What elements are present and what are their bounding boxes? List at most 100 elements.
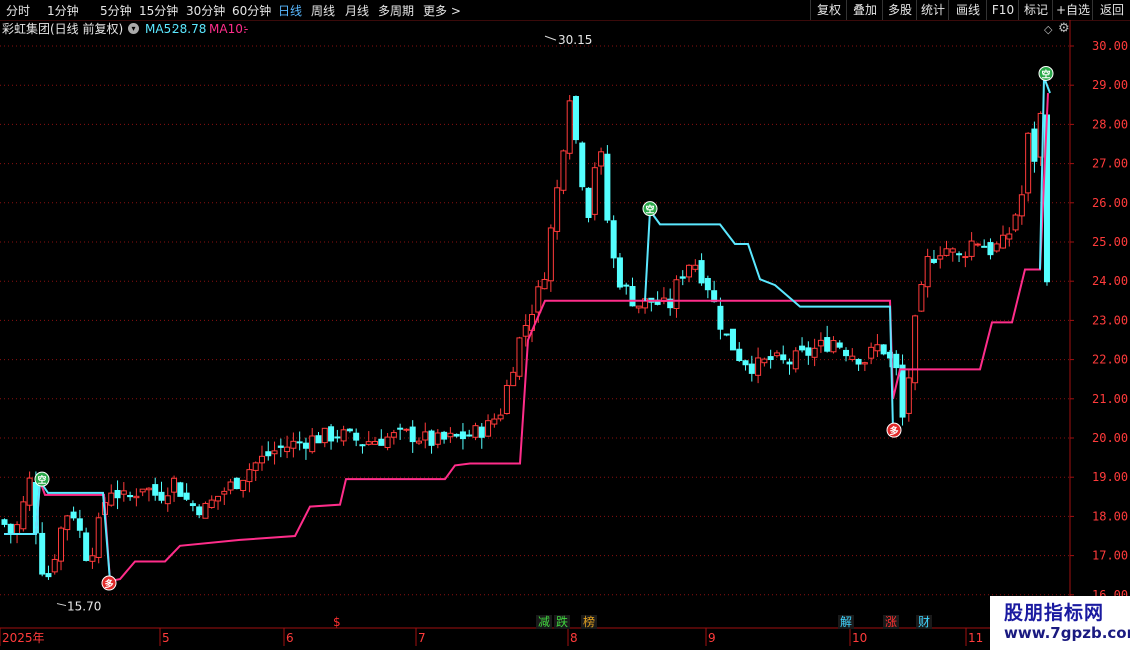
event-marker: 财: [918, 615, 930, 629]
candle-body: [811, 347, 818, 358]
candle-body: [171, 477, 178, 493]
sell-signal-label: 空: [1041, 68, 1050, 80]
buy-signal-label: 多: [104, 578, 113, 590]
y-tick-label: 19.00: [1092, 470, 1128, 484]
candle-body: [673, 279, 680, 310]
candle-body: [315, 435, 322, 444]
candle-body: [723, 333, 730, 336]
event-marker: 减: [538, 615, 550, 629]
candle-body: [836, 342, 843, 348]
candle-body: [183, 492, 190, 500]
candle-body: [177, 482, 184, 497]
candle-body: [635, 305, 642, 309]
candle-body: [478, 426, 485, 438]
candle-body: [516, 337, 523, 377]
candle-body: [441, 431, 448, 440]
candle-body: [227, 481, 234, 491]
candle-body: [384, 436, 391, 449]
candle-body: [773, 352, 780, 357]
y-tick-label: 20.00: [1092, 431, 1128, 445]
candle-body: [189, 503, 196, 507]
candle-body: [547, 227, 554, 282]
candle-body: [246, 469, 253, 483]
candle-body: [616, 257, 623, 288]
candle-body: [271, 450, 278, 455]
candle-body: [974, 243, 981, 246]
kline-chart[interactable]: 空多空多空 30.0029.0028.0027.0026.0025.0024.0…: [0, 0, 1130, 650]
sell-signal-label: 空: [645, 204, 654, 216]
candle-body: [346, 428, 353, 432]
candle-body: [949, 248, 956, 253]
candle-body: [742, 360, 749, 366]
candle-body: [233, 477, 240, 490]
candle-body: [535, 286, 542, 313]
candle-body: [359, 444, 366, 447]
event-marker: 涨: [885, 614, 897, 629]
candle-body: [434, 432, 441, 445]
candle-body: [39, 532, 46, 575]
candle-body: [566, 100, 573, 154]
candle-body: [962, 256, 969, 259]
candle-body: [76, 518, 83, 531]
candle-body: [824, 337, 831, 352]
candle-body: [993, 243, 1000, 252]
candle-body: [372, 441, 379, 445]
y-tick-label: 25.00: [1092, 235, 1128, 249]
x-tick-label: 10: [852, 631, 867, 645]
candle-body: [258, 455, 265, 464]
candle-body: [1, 519, 8, 525]
candle-body: [459, 431, 466, 440]
candle-body: [328, 426, 335, 442]
candle-body: [158, 491, 165, 501]
candle-body: [610, 220, 617, 259]
candle-body: [127, 495, 134, 498]
candle-body: [196, 506, 203, 516]
y-tick-label: 17.00: [1092, 549, 1128, 563]
candle-body: [541, 278, 548, 290]
candle-body: [849, 355, 856, 360]
candle-body: [855, 358, 862, 365]
candle-body: [805, 347, 812, 356]
candlestick-series: [1, 95, 1050, 580]
candle-body: [1031, 128, 1038, 162]
candle-body: [1018, 194, 1025, 217]
event-marker: $: [333, 615, 341, 629]
watermark-url: www.7gpzb.com: [1004, 624, 1130, 642]
y-tick-label: 27.00: [1092, 157, 1128, 171]
sell-signal-label: 空: [37, 474, 46, 486]
candle-body: [202, 502, 209, 519]
candle-body: [704, 278, 711, 291]
high-price-label: 30.15: [558, 33, 592, 47]
candle-body: [843, 349, 850, 357]
candle-body: [554, 187, 561, 232]
candle-body: [937, 255, 944, 260]
candle-body: [26, 477, 33, 506]
event-marker: 跌: [556, 614, 568, 629]
signal-markers: 空多空多空: [34, 65, 1054, 591]
candle-body: [579, 142, 586, 188]
candle-body: [145, 487, 152, 491]
y-tick-label: 22.00: [1092, 353, 1128, 367]
candle-body: [572, 96, 579, 141]
x-tick-label: 2025年: [2, 631, 45, 645]
candle-body: [215, 495, 222, 502]
candle-body: [409, 426, 416, 443]
candle-body: [874, 344, 881, 352]
event-marker: 解: [840, 615, 852, 629]
y-tick-label: 24.00: [1092, 274, 1128, 288]
y-tick-label: 23.00: [1092, 313, 1128, 327]
candle-body: [623, 284, 630, 287]
event-marker: 榜: [583, 614, 595, 629]
candle-body: [912, 315, 919, 384]
candle-body: [120, 490, 127, 495]
candle-body: [453, 433, 460, 437]
candle-body: [415, 440, 422, 444]
candle-body: [58, 527, 65, 562]
event-markers: $ 减跌榜 解 涨 财: [333, 614, 932, 629]
high-pointer: [544, 35, 557, 41]
candle-body: [748, 363, 755, 374]
candle-body: [365, 441, 372, 445]
candle-body: [510, 371, 517, 387]
candle-body: [780, 354, 787, 361]
candle-body: [403, 428, 410, 431]
